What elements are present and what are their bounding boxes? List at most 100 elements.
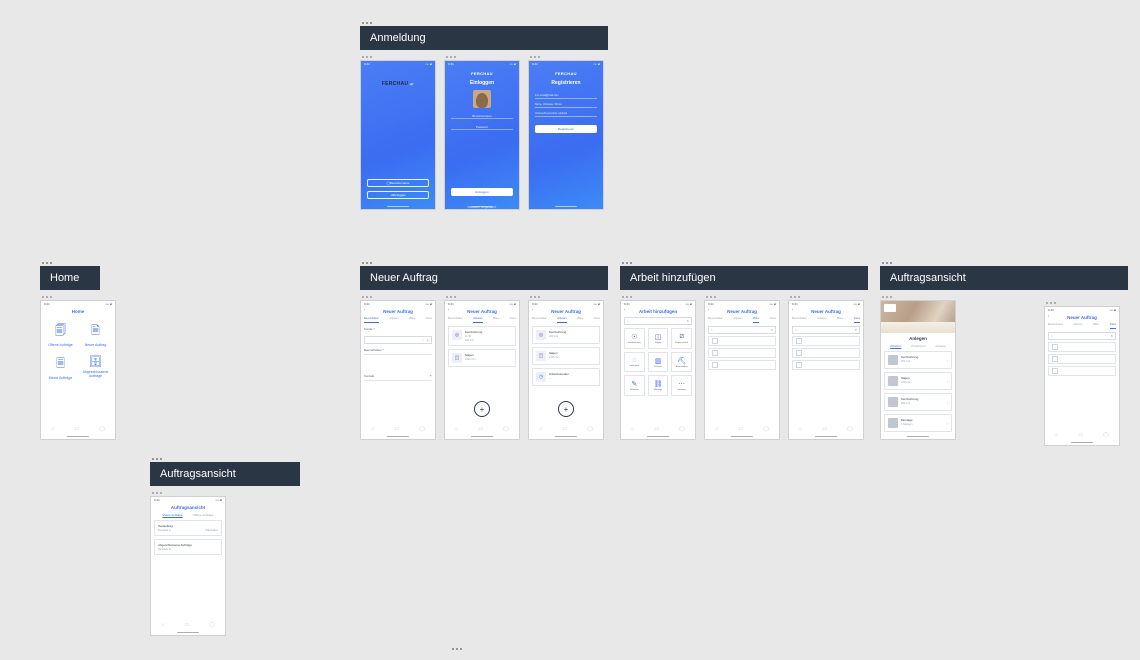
work-card-kernbohrung[interactable]: ◎Kernbohrung200 mm [532, 326, 600, 344]
subtab-anhang[interactable]: Anhang [935, 344, 945, 348]
work-type-sonstige[interactable]: ⋯Sonstige [671, 375, 692, 396]
back-button[interactable]: ‹ [532, 308, 533, 312]
tab-plaene[interactable]: Pläne [409, 317, 415, 323]
login-button[interactable]: ⇥ Einloggen [367, 191, 429, 199]
listtab-mine[interactable]: Meine Aufträge [162, 513, 182, 517]
back-button[interactable]: ‹ [1048, 314, 1049, 318]
add-icon[interactable]: ＋ [426, 338, 429, 342]
home-item-open[interactable]: 🗐Offene Aufträge [47, 322, 74, 347]
section-title: Neuer Auftrag [360, 266, 608, 290]
artboard-dots [360, 296, 436, 298]
artboard-order-empty[interactable]: 9:41•••▰ ‹ Neuer Auftrag BauvorhabenArbe… [1044, 302, 1120, 446]
work-card-sagen[interactable]: ◫Sägen1200 mm [532, 347, 600, 365]
artboard-new-order-arbeiten[interactable]: 9:41•••▰ ‹ Neuer Auftrag BauvorhabenArbe… [444, 296, 520, 440]
subtab-positionen[interactable]: Positionen [911, 344, 925, 348]
tabbar-user-icon[interactable]: ◯ [99, 426, 105, 432]
artboard-login[interactable]: 9:41•••▰ FERCHAU Einloggen Benutzername … [444, 56, 520, 210]
work-type-montage[interactable]: ⛓Montage [648, 375, 669, 396]
back-button[interactable]: ‹ [624, 308, 625, 312]
home-indicator [471, 206, 493, 208]
artboard-arbeit-list-2[interactable]: 9:41•••▰ ‹ Neuer Auftrag BauvorhabenArbe… [788, 296, 864, 440]
work-type-kernbohrung[interactable]: ☉Kernbohrung [624, 328, 645, 349]
home-item-my[interactable]: 🗏Meine Aufträge [47, 355, 74, 380]
artboard-register[interactable]: 9:41•••▰ FERCHAU Registrieren Registrier… [528, 56, 604, 210]
home-indicator [555, 436, 577, 438]
work-card-sagen[interactable]: ◫ Sägen1200 mm [448, 349, 516, 367]
order-card[interactable]: Sägen1200 mm› [884, 372, 952, 390]
reg-company-field[interactable] [535, 116, 597, 117]
subtab-arbeiten[interactable]: Arbeiten [890, 344, 901, 348]
back-button[interactable]: ‹ [448, 308, 449, 312]
empty-row[interactable] [792, 336, 860, 346]
order-card[interactable]: Montage4 Stangen› [884, 414, 952, 432]
artboard-new-order-form[interactable]: 9:41•••▰ ‹ Neuer Auftrag Bauvorhaben Arb… [360, 296, 436, 440]
back-button[interactable]: ‹ [708, 308, 709, 312]
reg-email-field[interactable] [535, 98, 597, 99]
artboard-arbeit-grid[interactable]: 9:41•••▰ ‹ Arbeit hinzufügen ⌕✕ ☉Kernboh… [620, 296, 696, 440]
fab-add-button[interactable]: + [558, 401, 574, 417]
artboard-new-order-arbeiten-2[interactable]: 9:41•••▰ ‹ Neuer Auftrag BauvorhabenArbe… [528, 296, 604, 440]
reg-name-field[interactable] [535, 107, 597, 108]
work-card-kernbohrung[interactable]: ◎ Kernbohrung11:30200 mm [448, 326, 516, 346]
empty-row[interactable] [708, 348, 776, 358]
tabbar-home-icon[interactable]: ⌂ [51, 426, 54, 432]
home-item-new[interactable]: 🗎Neuer Auftrag [82, 322, 109, 347]
section-neuer-auftrag[interactable]: Neuer Auftrag 9:41•••▰ ‹ Neuer Auftrag B… [360, 262, 608, 440]
tabbar-list-icon[interactable]: ▭ [74, 426, 79, 432]
section-anmeldung[interactable]: Anmeldung 9:41•••▰ FERCHAU ◯ Benutzernam… [360, 22, 608, 210]
drill-icon: ◎ [452, 330, 462, 340]
add-contact-icon[interactable]: + [430, 373, 432, 378]
empty-row[interactable] [1048, 342, 1116, 352]
section-title: Anmeldung [360, 26, 608, 50]
username-button[interactable]: ◯ Benutzername [367, 179, 429, 187]
section-arbeit[interactable]: Arbeit hinzufügen 9:41•••▰ ‹ Arbeit hinz… [620, 262, 868, 440]
artboard-order-list[interactable]: 9:41•••▰ Auftragsansicht Meine Aufträge … [150, 492, 226, 636]
artboard-splash[interactable]: 9:41•••▰ FERCHAU ◯ Benutzername ⇥ Einlog… [360, 56, 436, 210]
section-title: Arbeit hinzufügen [620, 266, 868, 290]
empty-row[interactable] [708, 360, 776, 370]
submit-button[interactable]: Einloggen [451, 188, 513, 196]
order-card[interactable]: Kernbohrung200 mm› [884, 393, 952, 411]
home-item-closed[interactable]: 🗄Abgeschlossene Aufträge [82, 355, 109, 380]
artboard-arbeit-list-1[interactable]: 9:41•••▰ ‹ Neuer Auftrag BauvorhabenArbe… [704, 296, 780, 440]
work-type-pressen[interactable]: ▥Pressen [648, 352, 669, 373]
search-input[interactable]: ⌕✕ [708, 326, 776, 334]
work-type-fugen[interactable]: ⧄Fugenschnitt [671, 328, 692, 349]
brand-logo-small: FERCHAU [555, 71, 577, 76]
work-type-beton[interactable]: ⛏Betonabbau [671, 352, 692, 373]
empty-row[interactable] [708, 336, 776, 346]
clear-icon[interactable]: ✕ [686, 319, 689, 323]
order-row[interactable]: Testauftrag Baustelle AOffenhalten [154, 520, 222, 536]
artboard-dots [360, 56, 436, 58]
order-card[interactable]: Kernbohrung200 mm› [884, 351, 952, 369]
kunde-search-input[interactable]: ⌕＋ [364, 336, 432, 344]
empty-row[interactable] [792, 360, 860, 370]
work-type-seil[interactable]: ◌Seilsägen [624, 352, 645, 373]
order-row[interactable]: Abgeschlossene Aufträge Baustelle B [154, 539, 222, 555]
section-home[interactable]: Home 9:41•••▰ Home 🗐Offene Aufträge 🗎Neu… [40, 262, 100, 440]
section-auftragsansicht-empty[interactable]: 9:41•••▰ ‹ Neuer Auftrag BauvorhabenArbe… [1044, 296, 1120, 446]
work-type-sagen[interactable]: ◫Sägen [648, 328, 669, 349]
tab-arbeiten[interactable]: Arbeiten [389, 317, 398, 323]
search-input[interactable]: ⌕✕ [624, 317, 692, 325]
section-auftragsansicht-list[interactable]: Auftragsansicht 9:41•••▰ Auftragsansicht… [150, 458, 300, 636]
artboard-order-detail[interactable]: Anlegen Arbeiten Positionen Anhang Kernb… [880, 296, 956, 440]
fab-add-button[interactable]: + [474, 401, 490, 417]
artboard-home[interactable]: 9:41•••▰ Home 🗐Offene Aufträge 🗎Neuer Au… [40, 296, 116, 440]
section-dots [40, 262, 100, 264]
back-button[interactable]: ‹ [792, 308, 793, 312]
tab-bauvorhaben[interactable]: Bauvorhaben [364, 317, 379, 323]
register-submit-button[interactable]: Registrieren [535, 125, 597, 133]
back-button[interactable]: ‹ [364, 308, 365, 312]
tab-fotos[interactable]: Fotos [426, 317, 432, 323]
status-bar: 9:41•••▰ [529, 301, 603, 307]
empty-row[interactable] [1048, 366, 1116, 376]
search-input[interactable]: ⌕✕ [1048, 332, 1116, 340]
empty-row[interactable] [792, 348, 860, 358]
search-input[interactable]: ⌕✕ [792, 326, 860, 334]
empty-row[interactable] [1048, 354, 1116, 364]
work-card-arbeitsstunden[interactable]: ◷Arbeitsstunden— [532, 368, 600, 386]
listtab-open[interactable]: Offene Aufträge [193, 513, 214, 517]
section-title: Home [40, 266, 100, 290]
work-type-schleifen[interactable]: ✎Schleifen [624, 375, 645, 396]
